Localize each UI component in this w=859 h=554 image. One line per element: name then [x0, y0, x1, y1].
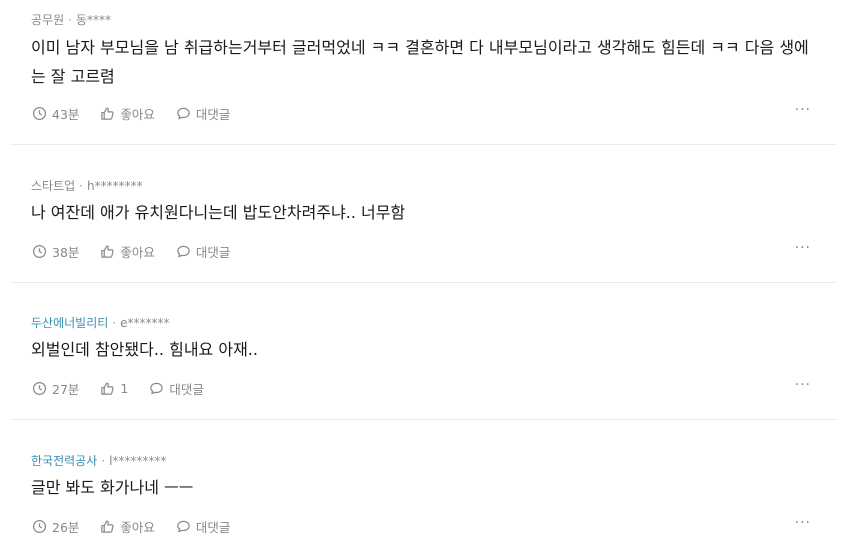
reply-button[interactable]: 대댓글: [176, 517, 231, 536]
comment-actions: 26분 좋아요 대댓글 ···: [32, 515, 811, 536]
reply-button[interactable]: 대댓글: [176, 104, 231, 123]
clock-icon: [32, 381, 47, 396]
more-options-button[interactable]: ···: [795, 377, 811, 393]
author-company[interactable]: 공무원: [31, 11, 64, 28]
clock-icon: [32, 519, 47, 534]
like-label: 좋아요: [120, 520, 155, 535]
time-label: 26분: [52, 520, 80, 535]
like-label: 좋아요: [120, 245, 155, 260]
like-button[interactable]: 좋아요: [100, 517, 155, 536]
author-company[interactable]: 한국전력공사: [31, 452, 97, 469]
meta-separator: ·: [79, 178, 83, 193]
more-options-button[interactable]: ···: [795, 515, 811, 531]
author-nickname: e*******: [120, 315, 170, 330]
timestamp: 38분: [32, 242, 79, 261]
thumbs-up-icon: [101, 245, 114, 258]
reply-button[interactable]: 대댓글: [176, 242, 231, 261]
comment-item: 두산에너빌리티 · e******* 외벌인데 참안됐다.. 힘내요 아재.. …: [10, 283, 837, 420]
comment-item: 스타트업 · h******** 나 여잔데 애가 유치원다니는데 밥도안차려주…: [10, 145, 837, 283]
like-label: 좋아요: [120, 107, 155, 122]
comment-meta: 공무원 · 동****: [31, 11, 111, 28]
reply-label: 대댓글: [169, 382, 204, 397]
speech-bubble-icon: [177, 107, 190, 120]
meta-separator: ·: [112, 315, 117, 330]
meta-separator: ·: [68, 12, 72, 27]
like-button[interactable]: 좋아요: [100, 104, 155, 123]
thumbs-up-icon: [101, 520, 114, 533]
comment-meta: 두산에너빌리티 · e*******: [31, 314, 170, 331]
comment-item: 한국전력공사 · l********* 글만 봐도 화가나네 ㅡㅡ 26분 좋아…: [10, 420, 837, 554]
comment-text: 외벌인데 참안됐다.. 힘내요 아재..: [31, 340, 258, 359]
reply-label: 대댓글: [195, 107, 231, 122]
like-button[interactable]: 좋아요: [100, 242, 155, 261]
comment-list: 공무원 · 동**** 이미 남자 부모님을 남 취급하는거부터 글러먹었네 ㅋ…: [0, 0, 859, 554]
clock-icon: [32, 106, 47, 121]
author-nickname: h********: [87, 178, 143, 193]
comment-item: 공무원 · 동**** 이미 남자 부모님을 남 취급하는거부터 글러먹었네 ㅋ…: [10, 0, 837, 145]
timestamp: 43분: [32, 104, 79, 123]
comment-actions: 38분 좋아요 대댓글 ···: [32, 240, 811, 261]
reply-button[interactable]: 대댓글: [149, 379, 204, 398]
author-nickname: 동****: [75, 13, 111, 27]
author-company[interactable]: 스타트업: [31, 177, 75, 194]
like-button[interactable]: 1: [100, 381, 128, 396]
comment-meta: 한국전력공사 · l*********: [31, 452, 166, 469]
reply-label: 대댓글: [195, 245, 231, 260]
speech-bubble-icon: [177, 245, 190, 258]
meta-separator: ·: [101, 453, 106, 468]
author-company[interactable]: 두산에너빌리티: [31, 314, 108, 331]
time-label: 38분: [52, 245, 80, 260]
comment-actions: 27분 1 대댓글 ···: [32, 377, 811, 398]
more-options-button[interactable]: ···: [795, 102, 811, 118]
speech-bubble-icon: [150, 382, 164, 395]
more-options-button[interactable]: ···: [795, 240, 811, 256]
comment-text: 나 여잔데 애가 유치원다니는데 밥도안차려주냐.. 너무함: [31, 203, 406, 222]
thumbs-up-icon: [101, 382, 114, 395]
time-label: 43분: [52, 107, 80, 122]
clock-icon: [32, 244, 47, 259]
speech-bubble-icon: [177, 520, 190, 533]
reply-label: 대댓글: [195, 520, 231, 535]
timestamp: 26분: [32, 517, 79, 536]
thumbs-up-icon: [101, 107, 114, 120]
comment-actions: 43분 좋아요 대댓글 ···: [32, 102, 811, 123]
timestamp: 27분: [32, 379, 79, 398]
time-label: 27분: [52, 382, 80, 397]
comment-text: 글만 봐도 화가나네 ㅡㅡ: [31, 478, 194, 497]
comment-meta: 스타트업 · h********: [31, 177, 143, 194]
like-count: 1: [120, 381, 129, 396]
comment-text: 이미 남자 부모님을 남 취급하는거부터 글러먹었네 ㅋㅋ 결혼하면 다 내부모…: [31, 38, 809, 86]
author-nickname: l*********: [109, 453, 167, 468]
